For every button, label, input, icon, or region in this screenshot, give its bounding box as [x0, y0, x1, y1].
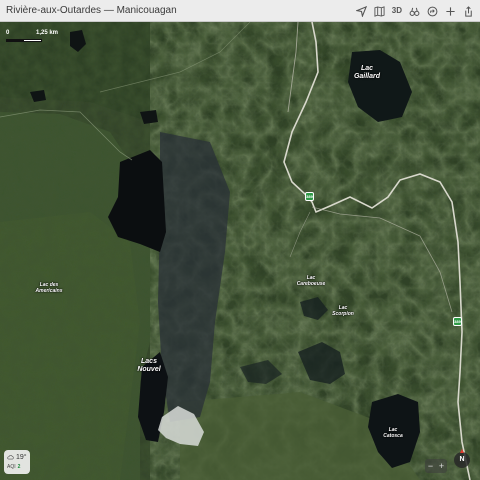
route-shield-label: 389 — [306, 194, 313, 199]
route-shield-south[interactable]: 389 — [453, 317, 462, 326]
weather-widget[interactable]: 19° AQI 2 — [4, 450, 30, 474]
map-icon[interactable] — [374, 5, 386, 17]
place-label-line: Lacs — [141, 358, 157, 365]
place-lac-scorpion[interactable]: Lac Scorpion — [328, 305, 358, 317]
place-label-line: Nouvel — [137, 365, 161, 373]
map-terrain — [0, 22, 480, 480]
place-lac-catosca[interactable]: Lac Catosca — [378, 427, 408, 439]
3d-button[interactable]: 3D — [392, 5, 402, 17]
place-lacs-nouvel[interactable]: Lacs Nouvel — [129, 358, 169, 373]
route-shield-label: 389 — [454, 319, 461, 324]
place-label-line: Scorpion — [332, 310, 354, 317]
zoom-out-button[interactable]: − — [425, 459, 436, 473]
window-title: Rivière-aux-Outardes — Manicouagan — [6, 5, 177, 16]
scale-bar — [6, 39, 42, 42]
add-icon[interactable] — [444, 5, 456, 17]
route-shield-north[interactable]: 389 — [305, 192, 314, 201]
location-arrow-icon[interactable] — [356, 5, 368, 17]
place-label-line: Gaillard — [353, 72, 381, 80]
satellite-map[interactable]: 0 1,25 km Lac Gaillard Lac des Americain… — [0, 22, 480, 480]
directions-icon[interactable] — [426, 5, 438, 17]
binoculars-icon[interactable] — [408, 5, 420, 17]
place-lac-des-americains[interactable]: Lac des Americains — [29, 282, 69, 294]
scale-zero-label: 0 — [6, 30, 10, 36]
place-label-line: Lac — [360, 65, 374, 72]
place-lac-gaillard[interactable]: Lac Gaillard — [347, 65, 387, 80]
weather-temperature: 19° — [16, 453, 27, 461]
place-label-line: Catosca — [383, 432, 403, 439]
map-scale: 0 1,25 km — [6, 30, 58, 44]
window-titlebar: Rivière-aux-Outardes — Manicouagan 3D — [0, 0, 480, 22]
zoom-control: − + — [425, 459, 447, 473]
map-toolbar: 3D — [356, 0, 474, 22]
share-icon[interactable] — [462, 5, 474, 17]
zoom-in-button[interactable]: + — [436, 459, 447, 473]
place-lac-careboeuse[interactable]: Lac Careboeuse — [295, 275, 327, 287]
cloud-icon — [7, 454, 14, 460]
scale-distance-label: 1,25 km — [36, 30, 59, 36]
aqi-label: AQI — [7, 464, 16, 470]
compass-button[interactable]: N — [454, 449, 470, 468]
aqi-value: 2 — [17, 464, 21, 470]
place-label-line: Americains — [35, 287, 63, 294]
place-label-line: Careboeuse — [296, 280, 326, 287]
